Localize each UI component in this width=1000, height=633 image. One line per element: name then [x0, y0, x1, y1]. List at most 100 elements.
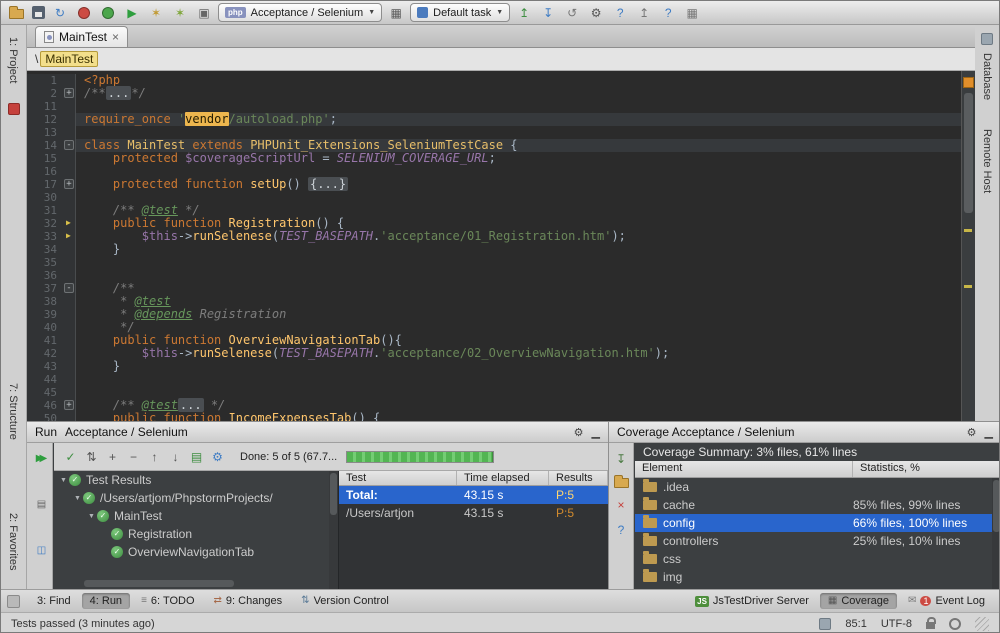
fold-toggle-icon[interactable]: +	[64, 88, 74, 98]
test-marker-icon[interactable]: ▶	[66, 232, 71, 240]
fold-toggle-icon[interactable]: +	[64, 400, 74, 410]
sort-by-duration-icon[interactable]: ⇅	[84, 449, 99, 465]
close-tab-icon[interactable]: ×	[112, 31, 119, 43]
fold-toggle-icon[interactable]: -	[64, 140, 74, 150]
test-tree-item[interactable]: ✓ OverviewNavigationTab	[54, 543, 338, 561]
generate-coverage-report-icon[interactable]: ↧	[612, 451, 630, 467]
search-stripe-mark[interactable]	[964, 285, 972, 288]
toolwindow-button-jstestdriver-server[interactable]: JS JsTestDriver Server	[687, 593, 817, 609]
run-inspections-icon[interactable]: ✶	[171, 5, 189, 21]
run-with-coverage-icon[interactable]: ▦	[387, 5, 405, 21]
test-marker-icon[interactable]: ▶	[66, 219, 71, 227]
run-coverage-icon[interactable]: ✶	[147, 5, 165, 21]
search-stripe-mark[interactable]	[964, 229, 972, 232]
stop-icon[interactable]	[78, 6, 90, 19]
vcs-revert-icon[interactable]: ↺	[563, 5, 581, 21]
code-line[interactable]: 43}	[27, 360, 961, 373]
database-icon[interactable]	[981, 33, 993, 45]
vcs-update-icon[interactable]: ↧	[539, 5, 557, 21]
coverage-row[interactable]: .idea	[635, 478, 999, 496]
code-line[interactable]: 50 public function IncomeExpensesTab() {	[27, 412, 961, 421]
test-tree-item[interactable]: ▼ ✓ Test Results	[54, 471, 338, 489]
gear-icon[interactable]: ⚙	[967, 426, 977, 439]
file-encoding[interactable]: UTF-8	[881, 618, 912, 630]
tree-scrollbar[interactable]	[329, 471, 338, 589]
code-editor[interactable]: 1 <?php 2 +/**... */11 12 require_once 'vendor…	[27, 71, 975, 421]
export-test-results-icon[interactable]: ▤	[189, 449, 204, 465]
save-all-icon[interactable]	[32, 6, 45, 19]
sidebar-item-project[interactable]: 1: Project	[7, 37, 19, 83]
toolwindow-button-coverage[interactable]: ▦ Coverage	[819, 593, 898, 609]
code-line[interactable]: 12 require_once 'vendor/autoload.php';	[27, 112, 961, 126]
expand-all-icon[interactable]: +	[105, 449, 120, 465]
sidebar-item-favorites[interactable]: 2: Favorites	[7, 513, 19, 570]
hide-panel-icon[interactable]: ▁	[985, 426, 993, 439]
flatten-packages-icon[interactable]	[613, 475, 629, 488]
tree-horizontal-scrollbar[interactable]	[84, 580, 234, 587]
inspections-profile-icon[interactable]	[819, 617, 832, 630]
code-line[interactable]: 36	[27, 269, 961, 282]
run-icon[interactable]: ▶	[123, 5, 141, 21]
coverage-row[interactable]: cache 85% files, 99% lines	[635, 496, 999, 514]
database-console-icon[interactable]: ▦	[683, 5, 701, 21]
breadcrumb-class[interactable]: MainTest	[40, 51, 99, 67]
code-line[interactable]: 33 ▶ $this->runSelenese(TEST_BASEPATH.'acc…	[27, 230, 961, 243]
help-icon[interactable]: ?	[611, 5, 629, 21]
toolwindow-toggle-icon[interactable]	[7, 594, 20, 608]
coverage-row[interactable]: config 66% files, 100% lines	[635, 514, 999, 532]
fold-toggle-icon[interactable]: +	[64, 179, 74, 189]
code-line[interactable]: 15 protected $coverageScriptUrl = SELENIU…	[27, 152, 961, 165]
run-configuration-select[interactable]: php Acceptance / Selenium ▼	[218, 3, 383, 22]
toolwindow-button-version-control[interactable]: ⇅ Version Control	[293, 593, 397, 609]
sidebar-item-database[interactable]: Database	[981, 53, 993, 100]
coverage-row[interactable]: img	[635, 568, 999, 586]
coverage-panel-header[interactable]: Coverage Acceptance / Selenium ⚙ ▁	[609, 422, 999, 443]
hide-panel-icon[interactable]: ▁	[592, 426, 600, 439]
toolwindow-button-event-log[interactable]: ✉ 1 Event Log	[900, 593, 993, 609]
gear-icon[interactable]: ⚙	[574, 426, 584, 439]
coverage-help-icon[interactable]: ?	[612, 522, 630, 538]
context-help-icon[interactable]: ?	[659, 5, 677, 21]
close-coverage-icon[interactable]: ×	[612, 497, 630, 513]
coverage-column-header[interactable]: Statistics, %	[853, 461, 999, 477]
console-icon[interactable]: ◫	[31, 543, 49, 559]
code-line[interactable]: 1 <?php	[27, 74, 961, 87]
hide-passed-icon[interactable]: ✓	[63, 449, 78, 465]
test-tree-item[interactable]: ✓ Registration	[54, 525, 338, 543]
coverage-scrollbar[interactable]	[992, 478, 999, 589]
code-line[interactable]: 39 * @depends Registration	[27, 308, 961, 321]
code-line[interactable]: 34}	[27, 243, 961, 256]
hector-inspector-icon[interactable]	[949, 617, 961, 630]
task-select[interactable]: Default task ▼	[410, 3, 511, 22]
result-row[interactable]: /Users/artjon 43.15 s P:5	[339, 504, 608, 522]
sidebar-item-structure[interactable]: 7: Structure	[7, 383, 19, 440]
test-tree-item[interactable]: ▼ ✓ MainTest	[54, 507, 338, 525]
code-line[interactable]: 17 + protected function setUp() {...}	[27, 177, 961, 191]
error-stripe-mark[interactable]	[963, 77, 974, 88]
code-line[interactable]: 35	[27, 256, 961, 269]
code-line[interactable]: 2 + /**... */	[27, 86, 961, 100]
toolwindow-button-find[interactable]: 3: Find	[29, 593, 79, 609]
paste-icon[interactable]: ▣	[195, 5, 213, 21]
editor-scrollbar[interactable]	[961, 71, 975, 421]
coverage-row[interactable]: controllers 25% files, 10% lines	[635, 532, 999, 550]
statistics-column-header[interactable]: Time elapsed	[457, 471, 549, 485]
test-tree-item[interactable]: ▼ ✓ /Users/artjom/PhpstormProjects/	[54, 489, 338, 507]
bookmarks-icon[interactable]	[8, 103, 20, 115]
import-test-results-icon[interactable]: ▤	[31, 497, 49, 513]
scrollbar-thumb[interactable]	[964, 93, 973, 213]
collapse-all-icon[interactable]: −	[126, 449, 141, 465]
sidebar-item-remote-host[interactable]: Remote Host	[981, 129, 993, 193]
tree-expand-icon[interactable]: ▼	[72, 495, 83, 502]
toolwindow-button-todo[interactable]: ≡ 6: TODO	[133, 593, 202, 609]
next-failed-test-icon[interactable]: ↓	[168, 449, 183, 465]
vcs-commit-icon[interactable]: ↥	[515, 5, 533, 21]
run-panel-header[interactable]: Run Acceptance / Selenium ⚙ ▁	[27, 422, 608, 443]
previous-failed-test-icon[interactable]: ↑	[147, 449, 162, 465]
coverage-row[interactable]: css	[635, 550, 999, 568]
code-line[interactable]: 44	[27, 373, 961, 386]
open-project-icon[interactable]	[9, 5, 24, 19]
coverage-column-header[interactable]: Element	[635, 461, 853, 477]
tree-expand-icon[interactable]: ▼	[58, 477, 69, 484]
statistics-column-header[interactable]: Test	[339, 471, 457, 485]
